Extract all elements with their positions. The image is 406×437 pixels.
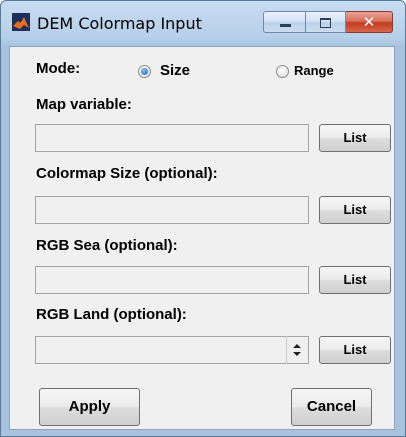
radio-size[interactable] xyxy=(138,65,151,78)
title-bar[interactable]: DEM Colormap Input ✕ xyxy=(1,1,405,46)
radio-range[interactable] xyxy=(276,65,289,78)
rgb-sea-list-button[interactable]: List xyxy=(319,266,391,294)
cancel-button[interactable]: Cancel xyxy=(291,388,372,426)
dem-colormap-window: DEM Colormap Input ✕ Mode: Size Range Ma… xyxy=(0,0,406,437)
window-title: DEM Colormap Input xyxy=(37,14,202,33)
colormap-size-field[interactable] xyxy=(35,196,309,224)
minimize-icon xyxy=(280,24,291,27)
colormap-size-label: Colormap Size (optional): xyxy=(36,165,218,182)
close-button[interactable]: ✕ xyxy=(346,11,393,33)
maximize-button[interactable] xyxy=(306,11,346,33)
rgb-sea-field[interactable] xyxy=(35,266,309,294)
rgb-sea-label: RGB Sea (optional): xyxy=(36,237,178,254)
matlab-membrane-icon xyxy=(12,13,30,31)
map-variable-list-button[interactable]: List xyxy=(319,124,391,152)
radio-selected-dot xyxy=(141,68,148,75)
rgb-land-list-button[interactable]: List xyxy=(319,336,391,364)
minimize-button[interactable] xyxy=(263,11,306,33)
map-variable-field[interactable] xyxy=(35,124,309,152)
close-icon: ✕ xyxy=(362,13,376,31)
maximize-icon xyxy=(320,18,331,28)
mode-label: Mode: xyxy=(36,60,81,77)
rgb-land-label: RGB Land (optional): xyxy=(36,306,187,323)
radio-size-label[interactable]: Size xyxy=(160,62,190,79)
map-variable-label: Map variable: xyxy=(36,96,132,113)
spinner-down-icon[interactable] xyxy=(293,352,301,356)
colormap-size-list-button[interactable]: List xyxy=(319,196,391,224)
radio-range-label[interactable]: Range xyxy=(294,63,334,78)
rgb-land-field[interactable] xyxy=(35,336,309,364)
dialog-body: Mode: Size Range Map variable: List Colo… xyxy=(9,46,395,430)
spinner-up-icon[interactable] xyxy=(293,344,301,348)
rgb-land-spinner[interactable] xyxy=(286,336,308,364)
apply-button[interactable]: Apply xyxy=(39,388,140,426)
